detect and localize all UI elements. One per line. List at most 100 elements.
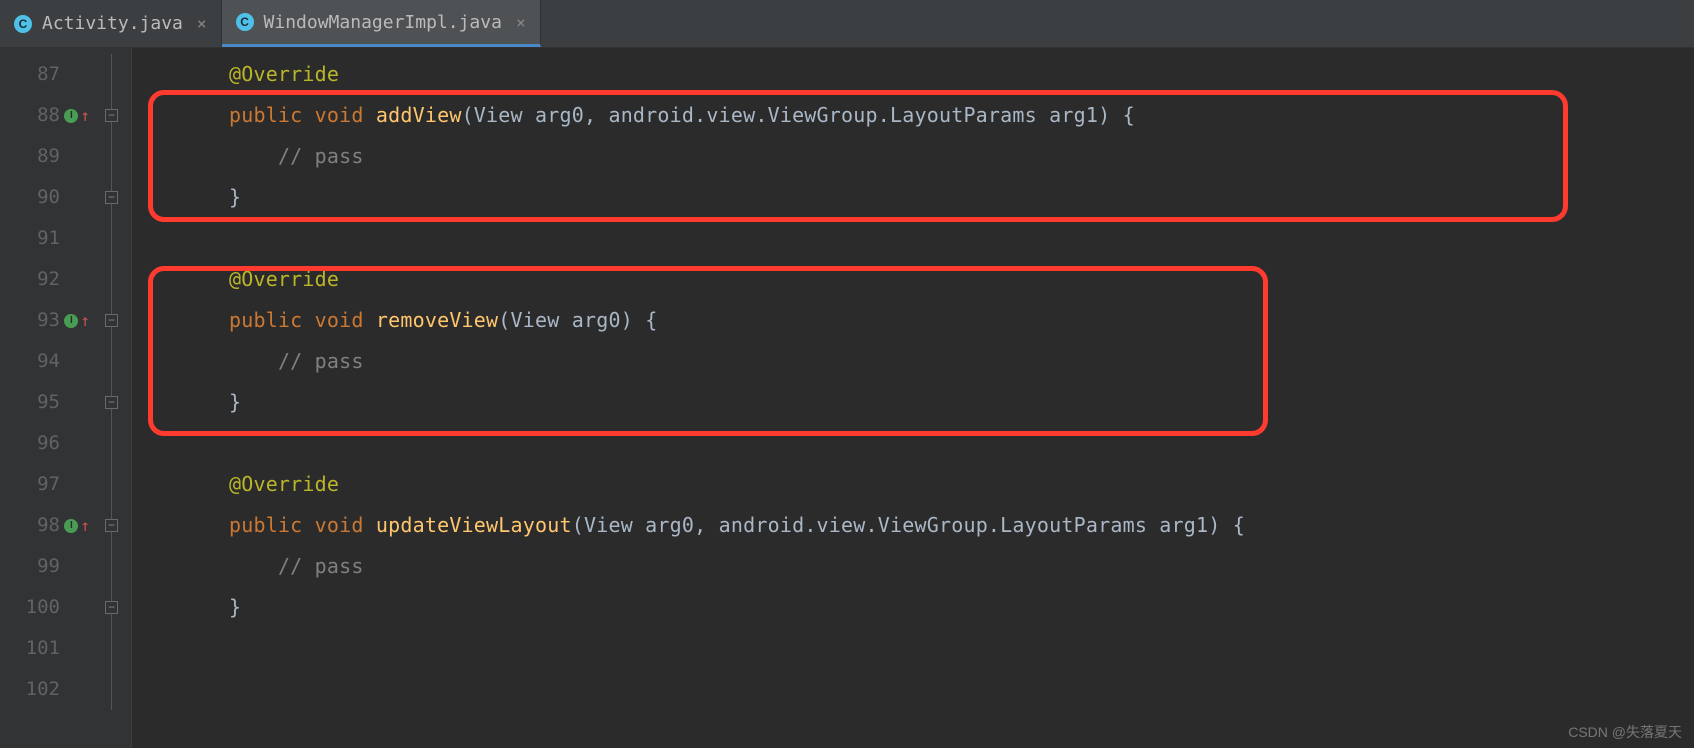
tab-activity[interactable]: C Activity.java ×	[0, 0, 222, 47]
fold-handle-icon[interactable]: −	[105, 519, 118, 532]
code-text: }	[229, 185, 241, 209]
comment: // pass	[278, 144, 364, 168]
line-number: 92	[0, 259, 102, 300]
watermark: CSDN @失落夏天	[1568, 722, 1682, 742]
code-text	[180, 513, 229, 537]
keyword: public void	[229, 513, 376, 537]
code-text	[180, 472, 229, 496]
code-text	[180, 185, 229, 209]
code-text: (View arg0, android.view.ViewGroup.Layou…	[572, 513, 1245, 537]
code-line[interactable]: @Override	[132, 259, 1694, 300]
code-line[interactable]: }	[132, 177, 1694, 218]
comment: // pass	[278, 349, 364, 373]
line-number: 93I↑	[0, 300, 102, 341]
line-number: 89	[0, 136, 102, 177]
fold-strip: − − − − − −	[102, 48, 132, 748]
override-gutter-icon[interactable]: I↑	[64, 518, 90, 534]
close-icon[interactable]: ×	[516, 13, 526, 32]
close-icon[interactable]: ×	[197, 14, 207, 33]
tab-label: WindowManagerImpl.java	[264, 12, 502, 33]
line-number: 95	[0, 382, 102, 423]
fold-cell	[102, 341, 131, 382]
line-number: 94	[0, 341, 102, 382]
line-number: 98I↑	[0, 505, 102, 546]
code-text: }	[229, 390, 241, 414]
fold-cell	[102, 54, 131, 95]
tab-bar: C Activity.java × C WindowManagerImpl.ja…	[0, 0, 1694, 48]
code-line[interactable]: // pass	[132, 546, 1694, 587]
code-line[interactable]: }	[132, 382, 1694, 423]
fold-handle-icon[interactable]: −	[105, 191, 118, 204]
method-name: updateViewLayout	[376, 513, 572, 537]
code-line[interactable]	[132, 628, 1694, 669]
fold-cell	[102, 464, 131, 505]
code-line[interactable]	[132, 669, 1694, 710]
code-text	[180, 554, 278, 578]
comment: // pass	[278, 554, 364, 578]
fold-handle-icon[interactable]: −	[105, 396, 118, 409]
line-number: 91	[0, 218, 102, 259]
line-number: 102	[0, 669, 102, 710]
fold-cell: −	[102, 177, 131, 218]
line-number: 87	[0, 54, 102, 95]
override-gutter-icon[interactable]: I↑	[64, 313, 90, 329]
code-line[interactable]: // pass	[132, 341, 1694, 382]
line-number-gutter: 8788I↑8990919293I↑9495969798I↑9910010110…	[0, 48, 102, 748]
line-number: 97	[0, 464, 102, 505]
line-number: 96	[0, 423, 102, 464]
code-line[interactable]	[132, 218, 1694, 259]
code-text: (View arg0) {	[498, 308, 657, 332]
fold-handle-icon[interactable]: −	[105, 601, 118, 614]
fold-cell	[102, 423, 131, 464]
editor: 8788I↑8990919293I↑9495969798I↑9910010110…	[0, 48, 1694, 748]
line-number: 90	[0, 177, 102, 218]
code-text	[180, 390, 229, 414]
code-line[interactable]: }	[132, 587, 1694, 628]
fold-cell	[102, 218, 131, 259]
code-line[interactable]: public void updateViewLayout(View arg0, …	[132, 505, 1694, 546]
code-text	[180, 595, 229, 619]
fold-cell	[102, 259, 131, 300]
code-line[interactable]: // pass	[132, 136, 1694, 177]
class-file-icon: C	[236, 13, 254, 31]
method-name: removeView	[376, 308, 498, 332]
fold-cell: −	[102, 587, 131, 628]
code-text	[180, 103, 229, 127]
line-number: 88I↑	[0, 95, 102, 136]
fold-cell	[102, 628, 131, 669]
code-text	[180, 267, 229, 291]
fold-cell: −	[102, 505, 131, 546]
fold-cell: −	[102, 382, 131, 423]
keyword: public void	[229, 308, 376, 332]
fold-cell	[102, 669, 131, 710]
annotation: @Override	[229, 62, 339, 86]
tab-label: Activity.java	[42, 13, 183, 34]
code-text	[180, 308, 229, 332]
code-line[interactable]: @Override	[132, 464, 1694, 505]
code-line[interactable]	[132, 423, 1694, 464]
code-area[interactable]: @Override public void addView(View arg0,…	[132, 48, 1694, 748]
code-text	[180, 349, 278, 373]
fold-cell: −	[102, 300, 131, 341]
code-text: }	[229, 595, 241, 619]
fold-cell: −	[102, 95, 131, 136]
tab-windowmanagerimpl[interactable]: C WindowManagerImpl.java ×	[222, 0, 541, 47]
line-number: 101	[0, 628, 102, 669]
code-line[interactable]: @Override	[132, 54, 1694, 95]
code-text	[180, 62, 229, 86]
line-number: 99	[0, 546, 102, 587]
keyword: public void	[229, 103, 376, 127]
fold-handle-icon[interactable]: −	[105, 109, 118, 122]
fold-handle-icon[interactable]: −	[105, 314, 118, 327]
code-text	[180, 144, 278, 168]
line-number: 100	[0, 587, 102, 628]
override-gutter-icon[interactable]: I↑	[64, 108, 90, 124]
code-line[interactable]: public void removeView(View arg0) {	[132, 300, 1694, 341]
method-name: addView	[376, 103, 462, 127]
fold-cell	[102, 546, 131, 587]
code-text: (View arg0, android.view.ViewGroup.Layou…	[462, 103, 1135, 127]
code-line[interactable]: public void addView(View arg0, android.v…	[132, 95, 1694, 136]
fold-cell	[102, 136, 131, 177]
annotation: @Override	[229, 472, 339, 496]
annotation: @Override	[229, 267, 339, 291]
